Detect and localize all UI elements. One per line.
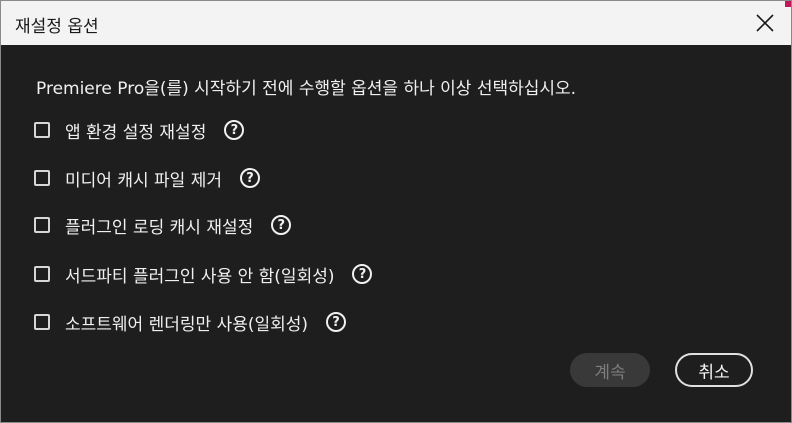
- option-label: 앱 환경 설정 재설정: [65, 122, 207, 143]
- option-label: 서드파티 플러그인 사용 안 함(일회성): [65, 266, 335, 287]
- checkbox-disable-third-party-plugins[interactable]: [34, 266, 50, 282]
- close-button[interactable]: [747, 5, 783, 41]
- checkbox-reset-plugin-cache[interactable]: [34, 217, 50, 233]
- help-icon[interactable]: ?: [271, 215, 292, 235]
- help-icon[interactable]: ?: [352, 264, 373, 284]
- help-icon[interactable]: ?: [239, 168, 260, 188]
- option-reset-app-preferences[interactable]: 앱 환경 설정 재설정 ?: [34, 117, 245, 143]
- checkbox-clean-media-cache[interactable]: [34, 170, 50, 186]
- option-reset-plugin-cache[interactable]: 플러그인 로딩 캐시 재설정 ?: [34, 212, 292, 238]
- option-disable-third-party-plugins[interactable]: 서드파티 플러그인 사용 안 함(일회성) ?: [34, 261, 373, 287]
- continue-button[interactable]: 계속: [570, 353, 650, 387]
- option-label: 미디어 캐시 파일 제거: [65, 170, 222, 191]
- cancel-button[interactable]: 취소: [675, 353, 753, 387]
- dialog-prompt: Premiere Pro을(를) 시작하기 전에 수행할 옵션을 하나 이상 선…: [36, 79, 577, 99]
- checkbox-software-rendering-only[interactable]: [34, 314, 50, 330]
- option-label: 플러그인 로딩 캐시 재설정: [65, 217, 254, 238]
- dialog-titlebar: 재설정 옵션: [1, 1, 791, 45]
- option-clean-media-cache[interactable]: 미디어 캐시 파일 제거 ?: [34, 165, 260, 191]
- dialog-title: 재설정 옵션: [15, 17, 99, 37]
- option-label: 소프트웨어 렌더링만 사용(일회성): [65, 314, 309, 335]
- checkbox-reset-app-preferences[interactable]: [34, 122, 50, 138]
- help-icon[interactable]: ?: [224, 120, 245, 140]
- help-icon[interactable]: ?: [326, 312, 347, 332]
- background-window-edge: [785, 1, 791, 7]
- option-software-rendering-only[interactable]: 소프트웨어 렌더링만 사용(일회성) ?: [34, 309, 347, 335]
- close-icon: [756, 14, 774, 32]
- reset-options-dialog: 재설정 옵션 Premiere Pro을(를) 시작하기 전에 수행할 옵션을 …: [0, 0, 792, 423]
